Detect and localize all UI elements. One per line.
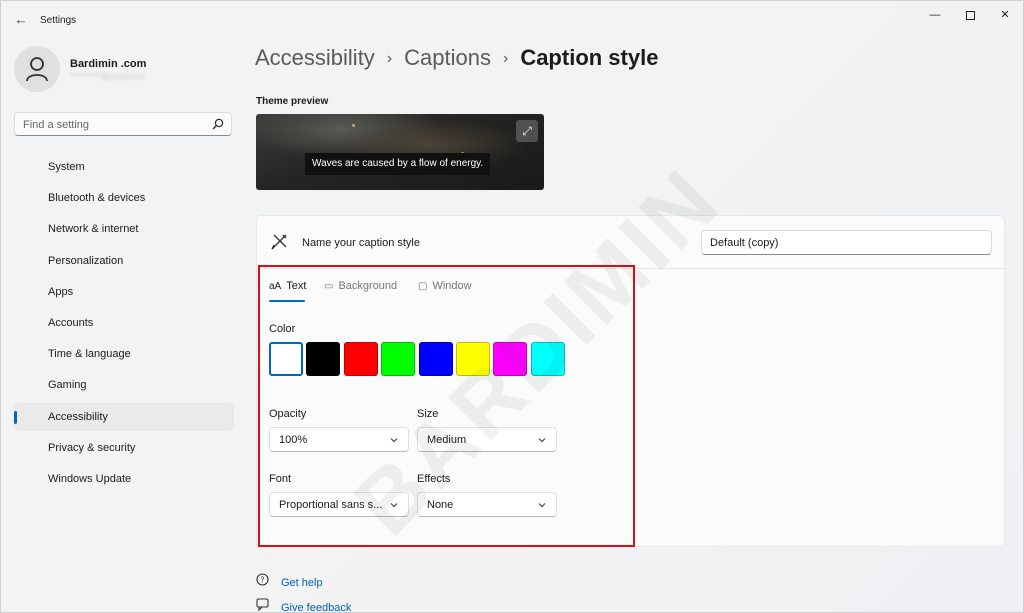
search-box[interactable] (14, 112, 232, 136)
preview-light (352, 124, 355, 127)
sidebar-item-gaming[interactable]: Gaming (14, 371, 234, 399)
search-input[interactable] (23, 117, 203, 132)
font-dropdown[interactable]: Proportional sans s... (269, 492, 409, 517)
size-dropdown[interactable]: Medium (417, 427, 557, 452)
avatar[interactable] (14, 46, 60, 92)
chevron-down-icon (538, 503, 546, 508)
user-name: Bardimin .com (70, 58, 147, 70)
chevron-down-icon (390, 438, 398, 443)
size-value: Medium (427, 434, 467, 446)
effects-label: Effects (417, 473, 451, 485)
breadcrumb-separator: › (386, 50, 393, 67)
color-swatch-green[interactable] (381, 342, 415, 376)
opacity-value: 100% (279, 434, 308, 446)
svg-text:?: ? (260, 576, 264, 585)
page-title: Caption style (520, 45, 659, 70)
give-feedback-label[interactable]: Give feedback (281, 602, 351, 613)
breadcrumb-accessibility[interactable]: Accessibility (255, 45, 375, 70)
sidebar-item-personalization[interactable]: Personalization (14, 247, 234, 275)
sidebar-item-network-internet[interactable]: Network & internet (14, 215, 234, 243)
sidebar-item-privacy-security[interactable]: Privacy & security (14, 434, 234, 462)
theme-preview-label: Theme preview (256, 96, 329, 107)
effects-dropdown[interactable]: None (417, 492, 557, 517)
tab-text[interactable]: aA Text (269, 280, 306, 302)
tab-window[interactable]: ▢ Window (418, 280, 472, 302)
color-label: Color (269, 323, 296, 335)
color-swatch-black[interactable] (306, 342, 340, 376)
color-swatch-white[interactable] (269, 342, 303, 376)
tab-text-label: Text (286, 280, 307, 293)
sidebar-item-windows-update[interactable]: Windows Update (14, 465, 234, 493)
sidebar-item-apps[interactable]: Apps (14, 278, 234, 306)
sidebar-item-accessibility[interactable]: Accessibility (14, 402, 234, 431)
user-email: **********@gmail.com (70, 72, 146, 80)
get-help-label[interactable]: Get help (281, 577, 323, 589)
sidebar-item-time-language[interactable]: Time & language (14, 340, 234, 368)
color-swatch-magenta[interactable] (493, 342, 527, 376)
settings-window: ← Settings — ✕ Bardimin .com **********@… (0, 0, 1024, 613)
opacity-label: Opacity (269, 408, 307, 420)
sidebar-nav: System Bluetooth & devices Network & int… (14, 153, 234, 496)
font-label: Font (269, 473, 292, 485)
app-title: Settings (40, 15, 77, 26)
sidebar-item-system[interactable]: System (14, 153, 234, 181)
caption-style-name-label: Name your caption style (302, 237, 420, 249)
size-label: Size (417, 408, 439, 420)
sidebar-item-bluetooth-devices[interactable]: Bluetooth & devices (14, 184, 234, 212)
divider (257, 268, 1004, 269)
tab-background-label: Background (338, 280, 398, 293)
preview-caption: Waves are caused by a flow of energy. (305, 153, 491, 175)
tab-window-label: Window (432, 280, 472, 293)
minimize-button[interactable]: — (921, 7, 949, 23)
text-size-icon: aA (269, 280, 282, 292)
sidebar-item-accounts[interactable]: Accounts (14, 309, 234, 337)
help-icon: ? (256, 573, 272, 589)
theme-preview: Waves are caused by a flow of energy. ⤢ (256, 114, 544, 190)
chevron-down-icon (538, 438, 546, 443)
give-feedback-link[interactable]: Give feedback (256, 598, 351, 613)
search-icon[interactable] (212, 118, 224, 130)
active-tab-indicator (269, 300, 305, 302)
font-value: Proportional sans s... (279, 499, 383, 511)
color-swatch-blue[interactable] (419, 342, 453, 376)
chevron-down-icon (390, 503, 398, 508)
maximize-button[interactable] (956, 7, 984, 23)
feedback-icon (256, 598, 272, 613)
color-swatch-yellow[interactable] (456, 342, 490, 376)
background-icon: ▭ (324, 280, 334, 292)
color-swatch-cyan[interactable] (531, 342, 565, 376)
opacity-dropdown[interactable]: 100% (269, 427, 409, 452)
caption-style-name-input[interactable] (701, 230, 992, 255)
title-bar: ← Settings — ✕ (1, 1, 1023, 39)
breadcrumb: Accessibility › Captions › Caption style (255, 45, 658, 71)
pen-ruler-icon (271, 234, 287, 250)
window-icon: ▢ (418, 280, 428, 292)
color-swatch-red[interactable] (344, 342, 378, 376)
back-arrow-icon[interactable]: ← (11, 11, 31, 29)
effects-value: None (427, 499, 454, 511)
get-help-link[interactable]: ? Get help (256, 573, 323, 589)
user-icon (26, 57, 48, 82)
maximize-icon (965, 10, 975, 20)
breadcrumb-captions[interactable]: Captions (404, 45, 491, 70)
tab-background[interactable]: ▭ Background (324, 280, 397, 302)
breadcrumb-separator: › (502, 50, 509, 67)
close-button[interactable]: ✕ (991, 7, 1019, 23)
expand-icon[interactable]: ⤢ (516, 120, 538, 142)
